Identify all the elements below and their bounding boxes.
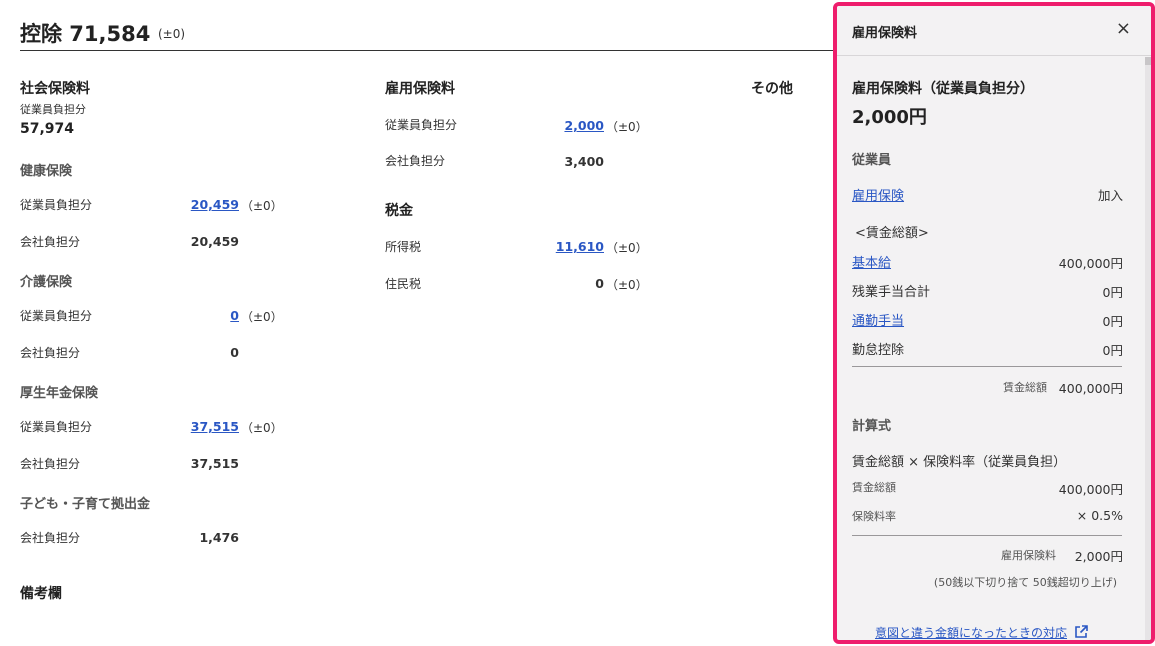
- social-employee-label: 従業員負担分: [20, 103, 86, 116]
- row-basic-pay-link[interactable]: 基本給: [852, 252, 891, 271]
- income-tax-label: 所得税: [385, 240, 422, 254]
- health-emp-link[interactable]: 20,459: [191, 197, 239, 212]
- formula-text: 賃金総額 × 保険料率（従業員負担）: [852, 455, 1067, 470]
- help-link[interactable]: 意図と違う金額になったときの対応: [875, 626, 1067, 640]
- health-emp-delta: （±0）: [241, 199, 283, 213]
- income-tax-link[interactable]: 11,610: [556, 239, 604, 254]
- child-co-label: 会社負担分: [20, 531, 81, 545]
- pension-title: 厚生年金保険: [20, 386, 99, 401]
- page-header: 控除 71,584 (±0): [20, 16, 840, 51]
- wage-total-value: 400,000円: [1058, 381, 1123, 396]
- pension-emp-link[interactable]: 37,515: [191, 419, 239, 434]
- result-label: 雇用保険料: [1001, 549, 1056, 562]
- health-co-label: 会社負担分: [20, 235, 81, 249]
- rounding-note: (50銭以下切り捨て 50銭超切り上げ): [933, 576, 1117, 589]
- health-emp-label: 従業員負担分: [20, 198, 93, 212]
- pension-co-label: 会社負担分: [20, 457, 81, 471]
- formula-section-title: 計算式: [852, 419, 892, 434]
- other-title: その他: [751, 81, 793, 97]
- resident-tax-value: 0: [595, 276, 604, 291]
- formula-rate-label: 保険料率: [852, 510, 896, 523]
- employment-emp-delta: （±0）: [606, 120, 648, 134]
- row-attendance-value: 0円: [1102, 343, 1123, 358]
- panel-amount: 2,000円: [852, 107, 927, 128]
- employment-emp-link[interactable]: 2,000: [564, 118, 604, 133]
- formula-wage-value: 400,000円: [1058, 482, 1123, 497]
- detail-panel: 雇用保険料 × 雇用保険料（従業員負担分） 2,000円 従業員 雇用保険 加入…: [833, 2, 1155, 644]
- koyo-hoken-link[interactable]: 雇用保険: [852, 185, 904, 204]
- social-employee-total: 57,974: [20, 121, 75, 137]
- main-content: 控除 71,584 (±0) 社会保険料 従業員負担分 57,974 健康保険 …: [0, 0, 840, 646]
- help-link-wrap[interactable]: 意図と違う金額になったときの対応: [875, 622, 1088, 640]
- panel-body: 雇用保険料（従業員負担分） 2,000円 従業員 雇用保険 加入 <賃金総額> …: [837, 57, 1151, 640]
- pension-emp-delta: （±0）: [241, 421, 283, 435]
- formula-wage-label: 賃金総額: [852, 481, 896, 494]
- row-overtime-value: 0円: [1102, 285, 1123, 300]
- employment-insurance-title: 雇用保険料: [385, 81, 455, 97]
- care-emp-label: 従業員負担分: [20, 309, 93, 323]
- income-tax-delta: （±0）: [606, 241, 648, 255]
- page-title: 控除 71,584: [20, 22, 151, 46]
- koyo-status: 加入: [1097, 188, 1123, 203]
- panel-title: 雇用保険料: [852, 26, 918, 41]
- care-insurance-title: 介護保険: [20, 275, 73, 290]
- close-icon[interactable]: ×: [1116, 19, 1131, 39]
- row-commute-value: 0円: [1102, 314, 1123, 329]
- wage-total-label: 賃金総額: [1003, 381, 1047, 394]
- employee-section-title: 従業員: [852, 153, 892, 168]
- resident-tax-delta: （±0）: [606, 278, 648, 292]
- result-value: 2,000円: [1074, 549, 1123, 564]
- care-co-label: 会社負担分: [20, 346, 81, 360]
- divider: [852, 535, 1122, 536]
- remarks-title: 備考欄: [20, 586, 62, 602]
- row-overtime-label: 残業手当合計: [852, 285, 931, 300]
- child-co-value: 1,476: [199, 530, 239, 545]
- care-emp-delta: （±0）: [241, 310, 283, 324]
- row-basic-pay-value: 400,000円: [1058, 256, 1123, 271]
- panel-subtitle: 雇用保険料（従業員負担分）: [852, 81, 1034, 97]
- title-delta: (±0): [158, 27, 186, 41]
- wage-heading: <賃金総額>: [855, 226, 929, 241]
- row-attendance-label: 勤怠控除: [852, 343, 905, 358]
- panel-header: 雇用保険料 ×: [837, 6, 1151, 56]
- employment-co-value: 3,400: [564, 154, 604, 169]
- row-commute-link[interactable]: 通勤手当: [852, 310, 904, 329]
- social-insurance-title: 社会保険料: [20, 81, 90, 97]
- health-insurance-title: 健康保険: [20, 164, 73, 179]
- tax-title: 税金: [385, 203, 413, 219]
- employment-co-label: 会社負担分: [385, 154, 446, 168]
- child-contribution-title: 子ども・子育て拠出金: [20, 497, 151, 512]
- pension-co-value: 37,515: [190, 456, 239, 471]
- resident-tax-label: 住民税: [385, 277, 422, 291]
- care-emp-link[interactable]: 0: [230, 308, 239, 323]
- divider: [852, 366, 1122, 367]
- health-co-value: 20,459: [190, 234, 239, 249]
- formula-rate-value: × 0.5%: [1076, 508, 1123, 523]
- external-link-icon: [1075, 625, 1088, 638]
- employment-emp-label: 従業員負担分: [385, 118, 458, 132]
- care-co-value: 0: [230, 345, 239, 360]
- pension-emp-label: 従業員負担分: [20, 420, 93, 434]
